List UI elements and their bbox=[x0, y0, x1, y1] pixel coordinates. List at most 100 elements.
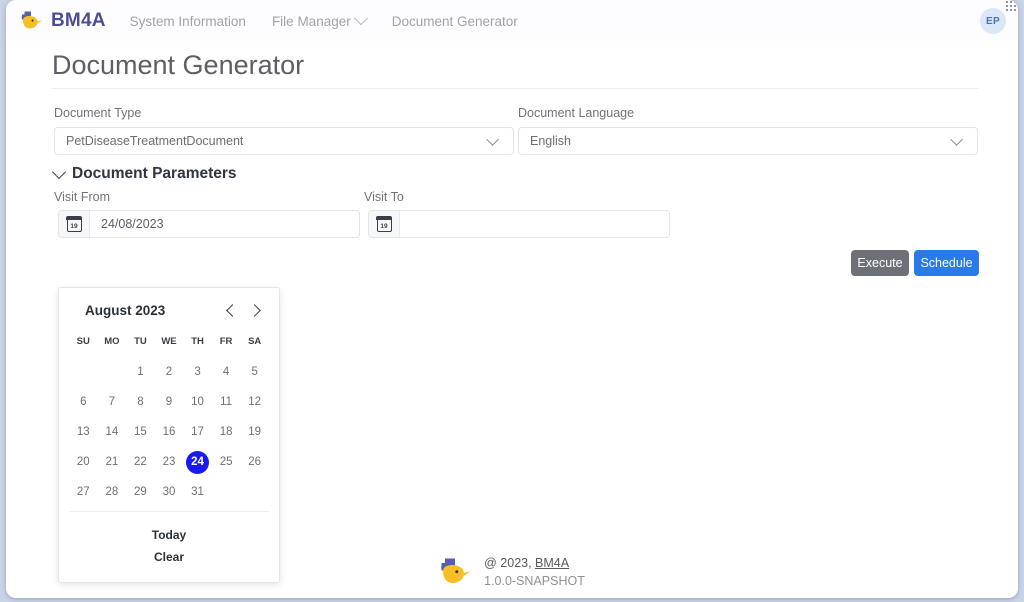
top-navbar: BM4A System Information File Manager Doc… bbox=[6, 0, 1018, 43]
bee-logo-icon bbox=[21, 11, 42, 29]
datepicker-day[interactable]: 22 bbox=[126, 447, 155, 477]
visit-to-label: Visit To bbox=[364, 190, 404, 204]
brand-label: BM4A bbox=[51, 10, 106, 31]
datepicker-popup[interactable]: August 2023 SU MO TU WE TH FR SA 1 2 3 4… bbox=[58, 287, 280, 583]
footer: @ 2023, BM4A 1.0.0-SNAPSHOT bbox=[6, 554, 1018, 590]
datepicker-week-row: 20 21 22 23 24 25 26 bbox=[69, 447, 269, 477]
chevron-left-icon bbox=[225, 303, 239, 317]
chevron-down-icon bbox=[486, 132, 499, 146]
datepicker-week-row: 6 7 8 9 10 11 12 bbox=[69, 387, 269, 417]
datepicker-header: August 2023 bbox=[69, 288, 269, 332]
datepicker-day[interactable]: 31 bbox=[183, 477, 212, 507]
datepicker-day[interactable]: 10 bbox=[183, 387, 212, 417]
datepicker-day[interactable]: 19 bbox=[240, 417, 269, 447]
nav-link-system-information[interactable]: System Information bbox=[130, 14, 246, 29]
datepicker-day[interactable]: 28 bbox=[98, 477, 127, 507]
nav-link-file-manager[interactable]: File Manager bbox=[271, 11, 368, 29]
bee-logo-icon bbox=[441, 558, 471, 583]
execute-button[interactable]: Execute bbox=[851, 250, 909, 276]
brand[interactable]: BM4A bbox=[20, 10, 106, 32]
visit-to-calendar-button[interactable]: 19 bbox=[369, 211, 400, 237]
datepicker-day[interactable]: 25 bbox=[212, 447, 241, 477]
datepicker-day[interactable] bbox=[240, 477, 269, 507]
document-type-value: PetDiseaseTreatmentDocument bbox=[66, 134, 244, 148]
datepicker-day[interactable]: 21 bbox=[98, 447, 127, 477]
datepicker-month-label: August 2023 bbox=[85, 302, 166, 318]
schedule-button[interactable]: Schedule bbox=[914, 250, 979, 276]
nav-link-label: File Manager bbox=[271, 13, 351, 29]
footer-copyright-prefix: @ 2023, bbox=[484, 555, 536, 570]
document-parameters-section-toggle[interactable]: Document Parameters bbox=[51, 164, 237, 183]
visit-to-input[interactable] bbox=[400, 211, 669, 237]
datepicker-today-button[interactable]: Today bbox=[69, 524, 269, 546]
datepicker-day[interactable]: 29 bbox=[126, 477, 155, 507]
datepicker-day[interactable]: 16 bbox=[155, 417, 184, 447]
resize-grip[interactable] bbox=[1005, 0, 1018, 13]
document-parameters-title: Document Parameters bbox=[72, 165, 237, 182]
calendar-icon: 19 bbox=[66, 216, 82, 232]
datepicker-day[interactable] bbox=[98, 357, 127, 387]
datepicker-day[interactable]: 7 bbox=[98, 387, 127, 417]
datepicker-grid: SU MO TU WE TH FR SA 1 2 3 4 5 6 7 8 9 1… bbox=[69, 332, 269, 507]
datepicker-day[interactable] bbox=[69, 357, 98, 387]
datepicker-day[interactable]: 4 bbox=[212, 357, 241, 387]
footer-version: 1.0.0-SNAPSHOT bbox=[484, 573, 585, 588]
datepicker-day[interactable]: 27 bbox=[69, 477, 98, 507]
datepicker-day-selected[interactable]: 24 bbox=[183, 447, 212, 477]
datepicker-day[interactable]: 12 bbox=[240, 387, 269, 417]
datepicker-day[interactable]: 11 bbox=[212, 387, 241, 417]
datepicker-day[interactable]: 13 bbox=[69, 417, 98, 447]
datepicker-day[interactable]: 8 bbox=[126, 387, 155, 417]
footer-text: @ 2023, BM4A 1.0.0-SNAPSHOT bbox=[484, 554, 585, 590]
nav-links: System Information File Manager Document… bbox=[130, 11, 518, 29]
datepicker-day[interactable]: 30 bbox=[155, 477, 184, 507]
visit-from-calendar-button[interactable]: 19 bbox=[59, 211, 90, 237]
datepicker-week-row: 27 28 29 30 31 bbox=[69, 477, 269, 507]
datepicker-day[interactable]: 17 bbox=[183, 417, 212, 447]
chevron-down-icon bbox=[353, 11, 368, 26]
footer-brand-link[interactable]: BM4A bbox=[535, 556, 569, 570]
chevron-down-icon bbox=[950, 132, 963, 146]
datepicker-prev-button[interactable] bbox=[221, 299, 243, 321]
visit-from-input[interactable]: 24/08/2023 bbox=[90, 211, 359, 237]
datepicker-day[interactable]: 1 bbox=[126, 357, 155, 387]
datepicker-day[interactable]: 6 bbox=[69, 387, 98, 417]
document-language-label: Document Language bbox=[518, 106, 635, 120]
datepicker-day[interactable]: 23 bbox=[155, 447, 184, 477]
nav-link-label: System Information bbox=[129, 13, 246, 29]
datepicker-day[interactable]: 9 bbox=[155, 387, 184, 417]
nav-link-document-generator[interactable]: Document Generator bbox=[392, 14, 518, 29]
datepicker-day[interactable]: 2 bbox=[155, 357, 184, 387]
datepicker-day[interactable]: 5 bbox=[240, 357, 269, 387]
document-type-label: Document Type bbox=[54, 106, 142, 120]
avatar[interactable]: EP bbox=[980, 8, 1006, 34]
datepicker-day[interactable]: 20 bbox=[69, 447, 98, 477]
datepicker-week-row: 13 14 15 16 17 18 19 bbox=[69, 417, 269, 447]
datepicker-day[interactable]: 26 bbox=[240, 447, 269, 477]
datepicker-day[interactable] bbox=[212, 477, 241, 507]
footer-copyright: @ 2023, BM4A bbox=[484, 554, 585, 572]
chevron-right-icon bbox=[247, 303, 261, 317]
datepicker-weekday: SU bbox=[76, 336, 90, 347]
document-language-select[interactable]: English bbox=[518, 127, 978, 155]
datepicker-weekday: TU bbox=[134, 336, 147, 347]
title-divider bbox=[52, 88, 979, 89]
datepicker-day[interactable]: 14 bbox=[98, 417, 127, 447]
calendar-icon: 19 bbox=[376, 216, 392, 232]
page-content: Document Generator Document Type PetDise… bbox=[6, 42, 1018, 598]
nav-link-label: Document Generator bbox=[391, 13, 518, 29]
datepicker-selected-day: 24 bbox=[186, 450, 210, 474]
datepicker-weekday: WE bbox=[161, 336, 177, 347]
datepicker-weekday: TH bbox=[191, 336, 204, 347]
document-language-value: English bbox=[530, 134, 571, 148]
chevron-down-icon bbox=[51, 164, 67, 179]
document-type-select[interactable]: PetDiseaseTreatmentDocument bbox=[54, 127, 514, 155]
visit-from-label: Visit From bbox=[54, 190, 111, 204]
datepicker-next-button[interactable] bbox=[243, 299, 265, 321]
datepicker-day[interactable]: 15 bbox=[126, 417, 155, 447]
datepicker-day[interactable]: 3 bbox=[183, 357, 212, 387]
visit-to-field[interactable]: 19 bbox=[368, 210, 670, 238]
page-title: Document Generator bbox=[52, 50, 305, 80]
datepicker-day[interactable]: 18 bbox=[212, 417, 241, 447]
visit-from-field[interactable]: 19 24/08/2023 bbox=[58, 210, 360, 238]
